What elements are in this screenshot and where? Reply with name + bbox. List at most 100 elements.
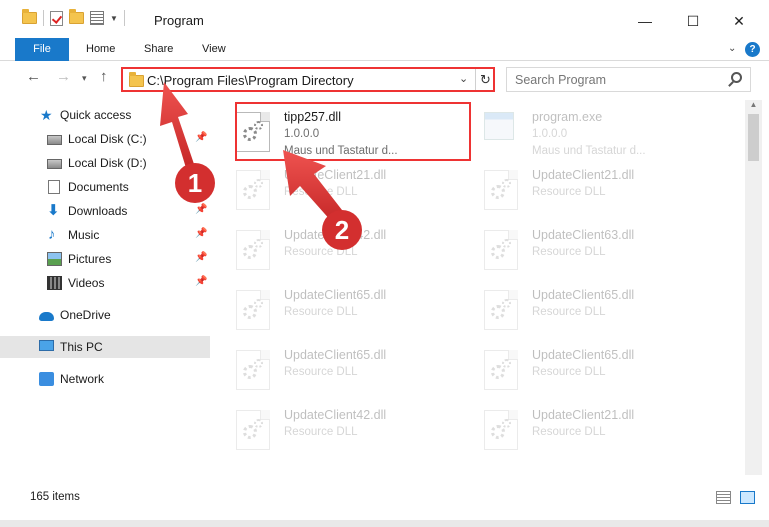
file-item[interactable]: UpdateClient21.dll Resource DLL	[212, 162, 452, 217]
sidebar-item-documents[interactable]: Documents	[0, 176, 210, 198]
file-description: Resource DLL	[284, 306, 358, 318]
ribbon-tabs: File Home Share View ⌄ ?	[0, 38, 769, 61]
pin-icon[interactable]: 📌	[195, 228, 207, 239]
maximize-button[interactable]: ☐	[680, 8, 706, 34]
dll-file-icon	[484, 230, 518, 270]
help-icon[interactable]: ?	[745, 42, 760, 57]
sidebar-item-label: Network	[60, 372, 105, 386]
file-item[interactable]: UpdateClient65.dll Resource DLL	[212, 282, 452, 337]
file-description: Resource DLL	[532, 246, 606, 258]
pin-icon[interactable]: 📌	[195, 204, 207, 215]
details-view-icon[interactable]	[716, 491, 731, 504]
navigation-pane: ★ Quick access Local Disk (C:) 📌 Local D…	[0, 100, 210, 475]
refresh-icon[interactable]: ↻	[475, 69, 495, 90]
up-arrow-icon[interactable]: ↑	[100, 68, 108, 85]
file-version: 1.0.0.0	[532, 128, 568, 140]
search-icon[interactable]	[731, 72, 742, 83]
file-item[interactable]: UpdateClient42.dll Resource DLL	[212, 222, 452, 277]
disk-icon	[47, 135, 62, 145]
dll-file-icon	[484, 350, 518, 390]
pin-icon[interactable]: 📌	[195, 132, 207, 143]
quick-access-toolbar: ▼	[22, 9, 125, 26]
minimize-button[interactable]: —	[632, 8, 658, 34]
close-button[interactable]: ✕	[726, 8, 752, 34]
sidebar-item-this-pc[interactable]: This PC	[0, 336, 210, 358]
recent-locations-chevron-icon[interactable]: ▾	[82, 73, 87, 84]
sidebar-item-label: OneDrive	[60, 308, 111, 322]
toolbar-divider	[123, 10, 125, 26]
expand-ribbon-chevron-icon[interactable]: ⌄	[728, 43, 736, 54]
navigation-bar: ← → ▾ ↑ C:\Program Files\Program Directo…	[0, 62, 769, 96]
search-input[interactable]: Search Program	[506, 67, 751, 92]
address-bar[interactable]: C:\Program Files\Program Directory ⌄ ↻	[121, 67, 495, 92]
sidebar-item-local-disk-d[interactable]: Local Disk (D:)	[0, 152, 210, 174]
pin-icon[interactable]: 📌	[195, 276, 207, 287]
file-item-program-exe[interactable]: program.exe 1.0.0.0 Maus und Tastatur d.…	[460, 104, 700, 159]
sidebar-item-label: This PC	[60, 340, 103, 354]
file-description: Resource DLL	[284, 246, 358, 258]
file-name: UpdateClient65.dll	[532, 348, 635, 362]
file-item[interactable]: UpdateClient42.dll Resource DLL	[212, 402, 452, 457]
dll-file-icon	[484, 170, 518, 210]
sidebar-item-network[interactable]: Network	[0, 368, 210, 390]
file-name: UpdateClient21.dll	[532, 168, 635, 182]
sidebar-item-videos[interactable]: Videos 📌	[0, 272, 210, 294]
document-icon	[48, 180, 60, 194]
file-item[interactable]: UpdateClient63.dll Resource DLL	[460, 222, 700, 277]
file-item[interactable]: UpdateClient21.dll Resource DLL	[460, 402, 700, 457]
new-folder-icon[interactable]	[69, 9, 84, 24]
sidebar-item-local-disk-c[interactable]: Local Disk (C:) 📌	[0, 128, 210, 150]
address-path[interactable]: C:\Program Files\Program Directory	[147, 73, 354, 88]
file-name: UpdateClient65.dll	[532, 288, 635, 302]
forward-arrow-icon[interactable]: →	[56, 68, 71, 85]
pin-icon[interactable]: 📌	[195, 252, 207, 263]
tab-home[interactable]: Home	[86, 38, 115, 61]
properties-icon[interactable]	[90, 11, 104, 25]
file-item[interactable]: UpdateClient65.dll Resource DLL	[212, 342, 452, 397]
toolbar-divider	[43, 10, 44, 26]
tiles-view-icon[interactable]	[740, 491, 755, 504]
back-arrow-icon[interactable]: ←	[26, 68, 41, 85]
customize-toolbar-chevron-icon[interactable]: ▼	[110, 14, 118, 23]
sidebar-item-music[interactable]: ♪ Music 📌	[0, 224, 210, 246]
sidebar-item-pictures[interactable]: Pictures 📌	[0, 248, 210, 270]
file-item[interactable]: UpdateClient65.dll Resource DLL	[460, 282, 700, 337]
tab-view[interactable]: View	[202, 38, 226, 61]
sidebar-item-label: Quick access	[60, 108, 132, 122]
sidebar-item-label: Music	[68, 228, 100, 242]
dll-file-icon	[236, 230, 270, 270]
file-description: Resource DLL	[284, 366, 358, 378]
search-placeholder: Search Program	[515, 73, 607, 87]
sidebar-item-downloads[interactable]: ⬇ Downloads 📌	[0, 200, 210, 222]
vertical-scrollbar[interactable]: ▲	[745, 100, 762, 475]
sidebar-item-label: Downloads	[68, 204, 128, 218]
dll-file-icon	[236, 410, 270, 450]
exe-file-icon	[484, 112, 514, 140]
sidebar-item-onedrive[interactable]: OneDrive	[0, 304, 210, 326]
file-name: UpdateClient42.dll	[284, 228, 387, 242]
tab-share[interactable]: Share	[144, 38, 173, 61]
highlighted-file-box	[235, 102, 471, 161]
file-description: Resource DLL	[532, 306, 606, 318]
file-name: UpdateClient65.dll	[284, 288, 387, 302]
file-name: UpdateClient21.dll	[532, 408, 635, 422]
address-dropdown-chevron-icon[interactable]: ⌄	[459, 72, 468, 85]
scrollbar-thumb[interactable]	[748, 114, 759, 161]
dll-file-icon	[236, 350, 270, 390]
window-title: Program	[154, 13, 204, 28]
music-icon: ♪	[48, 226, 56, 243]
file-name: program.exe	[532, 110, 603, 124]
title-bar: ▼ Program — ☐ ✕	[0, 0, 769, 40]
dll-file-icon	[236, 290, 270, 330]
tab-file[interactable]: File	[15, 38, 69, 61]
scroll-up-icon[interactable]: ▲	[745, 100, 762, 112]
properties-check-icon[interactable]	[50, 10, 63, 26]
sidebar-item-quick-access[interactable]: ★ Quick access	[0, 104, 210, 126]
sidebar-item-label: Local Disk (C:)	[68, 132, 147, 146]
file-item[interactable]: UpdateClient65.dll Resource DLL	[460, 342, 700, 397]
file-item[interactable]: UpdateClient21.dll Resource DLL	[460, 162, 700, 217]
download-icon: ⬇	[47, 202, 60, 219]
status-bar: 165 items	[0, 487, 769, 509]
pc-icon	[39, 340, 54, 351]
dll-file-icon	[484, 290, 518, 330]
